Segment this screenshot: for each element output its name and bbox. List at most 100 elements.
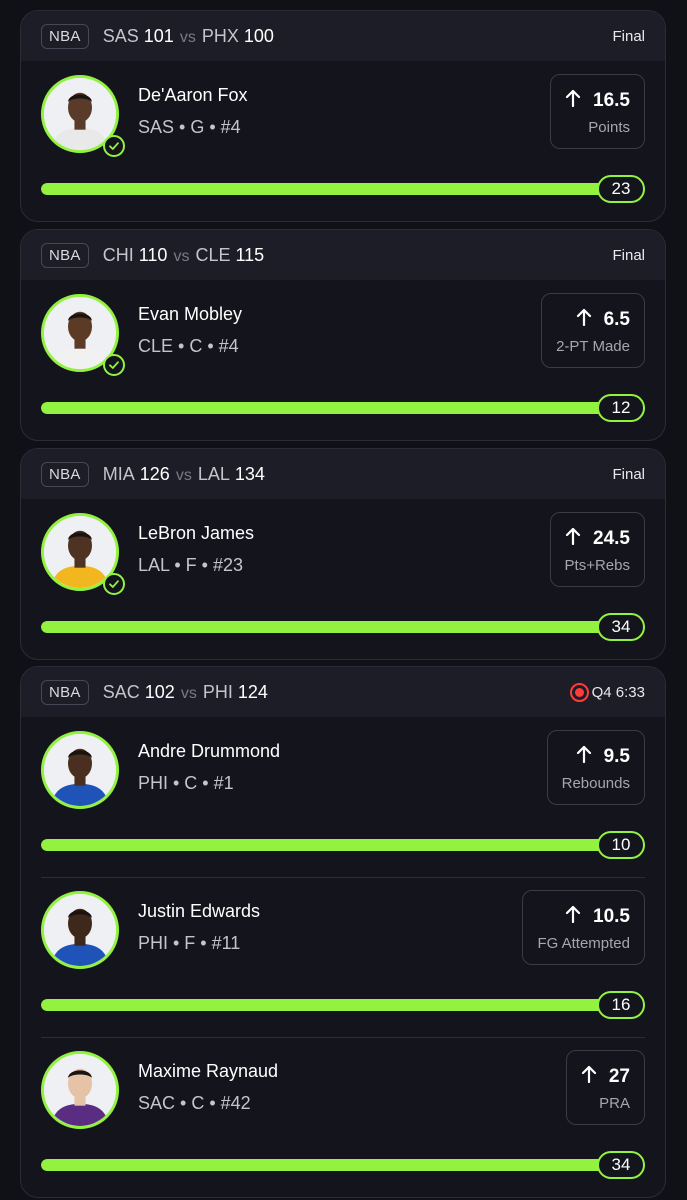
prop-line-value: 16.5 xyxy=(593,90,630,111)
home-team: PHX xyxy=(201,25,239,46)
league-badge: NBA xyxy=(41,23,89,49)
player-prop-row[interactable]: Evan Mobley CLE • C • #4 6.5 2-PT Made 12 xyxy=(21,280,665,440)
versus-label: vs xyxy=(179,28,196,46)
game-card[interactable]: NBA CHI 110 vs CLE 115 Final Evan Mobley CLE • C… xyxy=(20,229,666,441)
progress-fill xyxy=(41,183,645,195)
player-prop-row[interactable]: Maxime Raynaud SAC • C • #42 27 PRA 34 xyxy=(21,1037,665,1197)
player-meta: SAC • C • #42 xyxy=(138,1093,251,1113)
game-header: NBA CHI 110 vs CLE 115 Final xyxy=(21,230,665,280)
actual-stat-pill: 16 xyxy=(597,991,645,1019)
progress-fill xyxy=(41,621,645,633)
check-icon xyxy=(103,354,125,376)
home-team: PHI xyxy=(202,681,233,702)
prop-line-box[interactable]: 6.5 2-PT Made xyxy=(541,293,645,368)
row-divider xyxy=(41,877,645,878)
away-score: 101 xyxy=(143,25,174,46)
prop-line: 27 xyxy=(581,1065,630,1089)
game-card[interactable]: NBA SAC 102 vs PHI 124 Q4 6:33 Andre Drummond PH… xyxy=(20,666,666,1198)
check-icon xyxy=(103,135,125,157)
prop-line-value: 10.5 xyxy=(593,906,630,927)
progress-fill xyxy=(41,999,645,1011)
progress-bar: 10 xyxy=(41,831,645,859)
prop-line: 24.5 xyxy=(565,527,630,551)
away-team: SAS xyxy=(102,25,139,46)
player-meta: SAS • G • #4 xyxy=(138,117,241,137)
prop-line-box[interactable]: 24.5 Pts+Rebs xyxy=(549,512,645,587)
prop-stat-label: Rebounds xyxy=(561,775,630,792)
player-name: Justin Edwards xyxy=(138,901,261,921)
prop-line-value: 27 xyxy=(608,1066,630,1087)
prop-stat-label: Points xyxy=(588,119,630,136)
league-badge: NBA xyxy=(41,461,89,487)
prop-line-box[interactable]: 16.5 Points xyxy=(550,74,645,149)
progress-bar: 34 xyxy=(41,613,645,641)
player-prop-row[interactable]: Justin Edwards PHI • F • #11 10.5 FG Attemp… xyxy=(21,877,665,1037)
prop-line: 9.5 xyxy=(562,745,630,769)
game-card[interactable]: NBA MIA 126 vs LAL 134 Final LeBron James LAL • … xyxy=(20,448,666,660)
progress-bar: 34 xyxy=(41,1151,645,1179)
versus-label: vs xyxy=(173,247,190,265)
progress-fill xyxy=(41,402,645,414)
progress-track xyxy=(41,621,645,633)
arrow-up-icon xyxy=(565,89,593,113)
player-prop-row[interactable]: LeBron James LAL • F • #23 24.5 Pts+Rebs 34 xyxy=(21,499,665,659)
actual-stat-pill: 23 xyxy=(597,175,645,203)
prop-stat-label: 2-PT Made xyxy=(556,338,630,355)
progress-track xyxy=(41,839,645,851)
game-status: Q4 6:33 xyxy=(569,682,645,702)
prop-line: 6.5 xyxy=(556,308,630,332)
live-indicator-icon xyxy=(569,682,589,702)
prop-line-box[interactable]: 27 PRA xyxy=(565,1050,645,1125)
prop-stat-label: PRA xyxy=(599,1095,630,1112)
arrow-up-icon xyxy=(581,1065,609,1089)
prop-line-box[interactable]: 9.5 Rebounds xyxy=(546,730,645,805)
game-card[interactable]: NBA SAS 101 vs PHX 100 Final De'Aaron Fox SAS • … xyxy=(20,10,666,222)
player-name: LeBron James xyxy=(138,523,255,543)
versus-label: vs xyxy=(175,466,192,484)
progress-track xyxy=(41,402,645,414)
game-status: Final xyxy=(612,247,645,264)
check-icon xyxy=(103,573,125,595)
prop-line: 16.5 xyxy=(565,89,630,113)
progress-track xyxy=(41,1159,645,1171)
prop-line-value: 6.5 xyxy=(603,309,630,330)
arrow-up-icon xyxy=(565,527,593,551)
row-divider xyxy=(41,1037,645,1038)
game-status: Final xyxy=(612,466,645,483)
away-team: SAC xyxy=(102,681,140,702)
player-meta: LAL • F • #23 xyxy=(138,555,243,575)
matchup: SAS 101 vs PHX 100 xyxy=(103,26,274,47)
arrow-up-icon xyxy=(576,308,604,332)
prop-stat-label: FG Attempted xyxy=(537,935,630,952)
home-score: 100 xyxy=(243,25,274,46)
progress-bar: 12 xyxy=(41,394,645,422)
game-status-text: Final xyxy=(612,27,645,45)
away-score: 126 xyxy=(139,463,170,484)
player-prop-row[interactable]: De'Aaron Fox SAS • G • #4 16.5 Points 23 xyxy=(21,61,665,221)
progress-bar: 23 xyxy=(41,175,645,203)
player-prop-row[interactable]: Andre Drummond PHI • C • #1 9.5 Rebounds 10 xyxy=(21,717,665,877)
matchup: MIA 126 vs LAL 134 xyxy=(103,464,265,485)
away-score: 102 xyxy=(144,681,175,702)
actual-stat-pill: 12 xyxy=(597,394,645,422)
league-badge: NBA xyxy=(41,679,89,705)
player-meta: PHI • C • #1 xyxy=(138,773,234,793)
arrow-up-icon xyxy=(576,745,604,769)
away-team: CHI xyxy=(102,244,134,265)
game-header: NBA SAS 101 vs PHX 100 Final xyxy=(21,11,665,61)
player-avatar xyxy=(41,731,119,809)
prop-line-box[interactable]: 10.5 FG Attempted xyxy=(522,890,645,965)
league-badge: NBA xyxy=(41,242,89,268)
player-meta: PHI • F • #11 xyxy=(138,933,241,953)
away-team: MIA xyxy=(102,463,135,484)
prop-line-value: 9.5 xyxy=(603,746,630,767)
versus-label: vs xyxy=(180,684,197,702)
home-team: LAL xyxy=(197,463,230,484)
progress-fill xyxy=(41,839,645,851)
home-team: CLE xyxy=(195,244,231,265)
progress-bar: 16 xyxy=(41,991,645,1019)
home-score: 134 xyxy=(234,463,265,484)
game-header: NBA SAC 102 vs PHI 124 Q4 6:33 xyxy=(21,667,665,717)
actual-stat-pill: 34 xyxy=(597,1151,645,1179)
game-status-text: Final xyxy=(612,465,645,483)
